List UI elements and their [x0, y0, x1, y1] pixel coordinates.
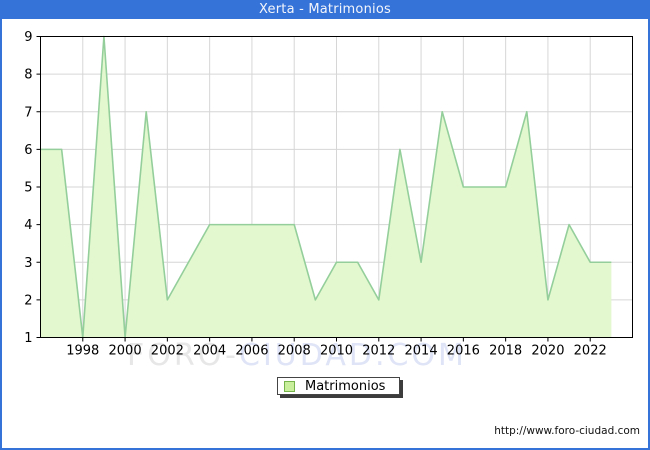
svg-text:3: 3 — [24, 256, 32, 271]
svg-text:8: 8 — [24, 68, 32, 83]
svg-text:6: 6 — [24, 143, 32, 158]
svg-text:2000: 2000 — [109, 344, 142, 359]
svg-text:1998: 1998 — [66, 344, 99, 359]
x-axis: 1998 2000 2002 2004 2006 2008 2010 2012 2014 2016… — [66, 337, 607, 359]
legend-label: Matrimonios — [305, 378, 386, 394]
svg-text:2006: 2006 — [235, 344, 268, 359]
y-axis: 1 2 3 4 5 6 7 8 9 — [24, 30, 41, 346]
svg-text:2014: 2014 — [405, 344, 438, 359]
svg-text:2020: 2020 — [531, 344, 564, 359]
svg-text:5: 5 — [24, 181, 32, 196]
svg-text:2002: 2002 — [151, 344, 184, 359]
legend: Matrimonios — [277, 377, 401, 395]
svg-text:7: 7 — [24, 105, 32, 120]
svg-text:2004: 2004 — [193, 344, 226, 359]
legend-swatch-icon — [284, 380, 295, 392]
svg-text:2016: 2016 — [447, 344, 480, 359]
svg-text:2010: 2010 — [320, 344, 353, 359]
svg-text:1: 1 — [24, 331, 32, 346]
svg-text:2018: 2018 — [489, 344, 522, 359]
svg-text:2012: 2012 — [362, 344, 395, 359]
svg-text:4: 4 — [24, 218, 32, 233]
chart-window: Xerta - Matrimonios FORO-CIUDAD.COM 1998… — [0, 0, 650, 450]
svg-text:2: 2 — [24, 293, 32, 308]
svg-text:9: 9 — [24, 30, 32, 45]
source-url: http://www.foro-ciudad.com — [494, 425, 640, 437]
svg-text:2022: 2022 — [574, 344, 607, 359]
svg-text:2008: 2008 — [278, 344, 311, 359]
